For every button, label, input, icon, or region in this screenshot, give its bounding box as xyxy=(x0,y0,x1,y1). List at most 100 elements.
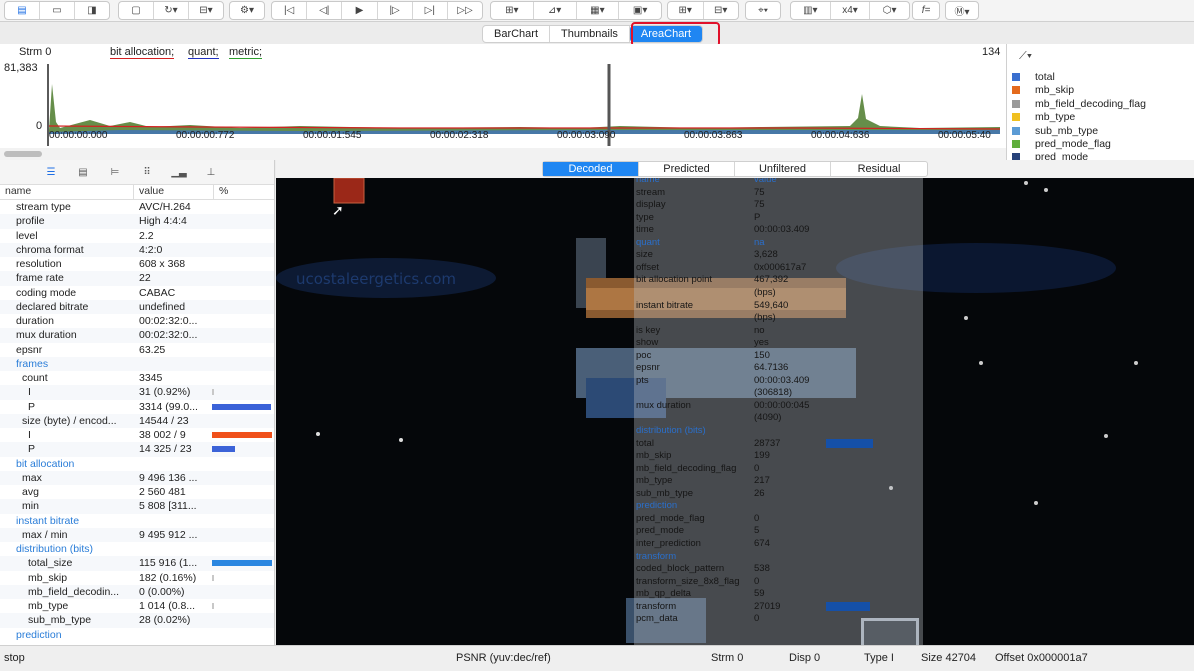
table-row[interactable]: resolution 608 x 368 xyxy=(0,257,274,271)
table-row[interactable]: prediction xyxy=(0,628,274,642)
tab-barchart[interactable]: BarChart xyxy=(483,26,551,42)
table-row[interactable]: distribution (bits) xyxy=(0,542,274,556)
table-row[interactable]: duration 00:02:32:0... xyxy=(0,314,274,328)
legend-swatch xyxy=(1012,113,1020,121)
table-row[interactable]: declared bitrate undefined xyxy=(0,299,274,314)
overlay-key: epsnr xyxy=(636,362,660,374)
table-row[interactable]: instant bitrate xyxy=(0,514,274,528)
table-row[interactable]: max / min 9 495 912 ... xyxy=(0,527,274,542)
table-row[interactable]: avg 2 560 481 xyxy=(0,485,274,499)
legend-item-pred-mode[interactable]: pred_mode xyxy=(1012,151,1088,160)
row-percent-bar xyxy=(212,446,274,453)
grid-overlay-icon[interactable]: ⊞▾ xyxy=(491,2,534,19)
table-row[interactable]: P 14 325 / 23 xyxy=(0,442,274,457)
overlay-value: 674 xyxy=(754,537,770,549)
right-sidebar-toggle-icon[interactable]: ◨ xyxy=(75,2,109,19)
next-frame-icon[interactable]: |▷ xyxy=(378,2,413,19)
percent-bar-fill xyxy=(212,603,214,610)
grid-view-icon[interactable]: ⠿ xyxy=(140,167,154,178)
overlay-key: show xyxy=(636,337,659,349)
legend-item-sub-mb-type[interactable]: sub_mb_type xyxy=(1012,124,1098,137)
table-row[interactable]: chroma format 4:2:0 xyxy=(0,242,274,257)
crosshair-icon[interactable]: ⌖▾ xyxy=(746,2,780,19)
column-value[interactable]: value xyxy=(134,185,214,199)
split-view-icon[interactable]: ⊟▾ xyxy=(704,2,739,19)
first-frame-icon[interactable]: |◁ xyxy=(272,2,308,19)
bottom-panel-toggle-icon[interactable]: ▭ xyxy=(40,2,75,19)
row-percent-bar xyxy=(212,304,274,310)
table-row[interactable]: I 38 002 / 9 xyxy=(0,428,274,442)
overlay-row: transform 27019 xyxy=(636,601,871,614)
last-frame-icon[interactable]: ▷| xyxy=(413,2,448,19)
reload-icon[interactable]: ↻▾ xyxy=(154,2,189,19)
filter-view-icon[interactable]: ⊥ xyxy=(204,167,218,178)
analyzer-icon[interactable]: ⚙▾ xyxy=(230,2,264,19)
stats-view-icon[interactable]: ▁▃ xyxy=(171,167,186,178)
table-row[interactable]: count 3345 xyxy=(0,371,274,385)
prev-frame-icon[interactable]: ◁| xyxy=(307,2,343,19)
table-row[interactable]: frames xyxy=(0,356,274,371)
table-row[interactable]: frame rate 22 xyxy=(0,271,274,286)
detail-view-icon[interactable]: ▤ xyxy=(76,167,90,178)
table-row[interactable]: max 9 496 136 ... xyxy=(0,470,274,485)
tab-thumbnails[interactable]: Thumbnails xyxy=(550,26,630,42)
table-row[interactable]: level 2.2 xyxy=(0,229,274,243)
chart-scroll-thumb[interactable] xyxy=(4,151,42,157)
tree-view-icon[interactable]: ⊨ xyxy=(108,167,122,178)
column-name[interactable]: name xyxy=(0,185,134,199)
column-percent[interactable]: % xyxy=(214,185,274,199)
table-row[interactable]: bit allocation xyxy=(0,457,274,471)
zoom-level-select[interactable]: x4 ▾ xyxy=(831,2,871,19)
motion-vector-icon[interactable]: ⊿▾ xyxy=(534,2,577,19)
table-row[interactable]: coding mode CABAC xyxy=(0,286,274,300)
row-name: I xyxy=(28,386,31,399)
overlay-row: (bps) xyxy=(636,312,824,325)
tab-decoded[interactable]: Decoded xyxy=(543,162,639,176)
overlay-key: transform xyxy=(636,550,677,562)
chart-scrollbar[interactable] xyxy=(0,148,1006,160)
row-value: 9 496 136 ... xyxy=(139,471,198,484)
chart-legend-panel: ⟋▾ total mb_skip mb_field_decoding_flag … xyxy=(1006,44,1194,160)
tab-unfiltered[interactable]: Unfiltered xyxy=(735,162,831,176)
legend-item-total[interactable]: total xyxy=(1012,70,1055,83)
table-row[interactable]: size (byte) / encod... 14544 / 23 xyxy=(0,413,274,428)
export-icon[interactable]: ⊟▾ xyxy=(189,2,223,19)
table-row[interactable]: profile High 4:4:4 xyxy=(0,214,274,229)
video-frame-view[interactable]: ucostaleergetics.com ➚ name value stream 75… xyxy=(276,178,1194,645)
metric-icon[interactable]: Ⓜ▾ xyxy=(946,2,978,19)
open-folder-icon[interactable]: ▢ xyxy=(119,2,154,19)
legend-item-mb-skip[interactable]: mb_skip xyxy=(1012,84,1074,97)
fast-forward-icon[interactable]: ▷▷ xyxy=(448,2,482,19)
row-value: 0 (0.00%) xyxy=(139,585,185,598)
left-sidebar-toggle-icon[interactable]: ▤ xyxy=(5,2,40,19)
chart-tools-group: ▥▾ x4 ▾ ⬡▾ xyxy=(790,1,910,20)
macroblock-icon[interactable]: ▦▾ xyxy=(577,2,620,19)
area-chart[interactable]: Strm 0 bit allocation; quant; metric; 13… xyxy=(0,44,1006,148)
tab-predicted[interactable]: Predicted xyxy=(639,162,735,176)
tile-view-icon[interactable]: ⊞▾ xyxy=(668,2,704,19)
table-row[interactable]: stream type AVC/H.264 xyxy=(0,200,274,214)
table-row[interactable]: min 5 808 [311... xyxy=(0,499,274,514)
table-row[interactable]: epsnr 63.25 xyxy=(0,343,274,357)
table-row[interactable]: mb_skip 182 (0.16%) xyxy=(0,571,274,585)
chart-type-icon[interactable]: ▥▾ xyxy=(791,2,831,19)
table-row[interactable]: P 3314 (99.0... xyxy=(0,400,274,414)
legend-item-pred-mode-flag[interactable]: pred_mode_flag xyxy=(1012,138,1111,151)
legend-item-mb-type[interactable]: mb_type xyxy=(1012,111,1075,124)
table-row[interactable]: mb_type 1 014 (0.8... xyxy=(0,599,274,613)
table-row[interactable]: mux duration 00:02:32:0... xyxy=(0,328,274,343)
table-row[interactable]: sub_mb_type 28 (0.02%) xyxy=(0,613,274,628)
row-name: chroma format xyxy=(16,243,84,256)
formula-button[interactable]: f= xyxy=(913,2,939,19)
list-view-icon[interactable]: ☰ xyxy=(44,167,58,178)
3d-view-icon[interactable]: ⬡▾ xyxy=(870,2,909,19)
tab-residual[interactable]: Residual xyxy=(831,162,927,176)
legend-item-mb-field-decoding-flag[interactable]: mb_field_decoding_flag xyxy=(1012,97,1146,110)
row-name: instant bitrate xyxy=(16,514,80,527)
table-row[interactable]: mb_field_decodin... 0 (0.00%) xyxy=(0,584,274,599)
heatmap-icon[interactable]: ▣▾ xyxy=(619,2,661,19)
table-row[interactable]: total_size 115 916 (1... xyxy=(0,556,274,571)
table-row[interactable]: I 31 (0.92%) xyxy=(0,385,274,400)
chart-options-icon[interactable]: ⟋▾ xyxy=(1019,50,1032,63)
play-icon[interactable]: ▶ xyxy=(342,2,378,19)
